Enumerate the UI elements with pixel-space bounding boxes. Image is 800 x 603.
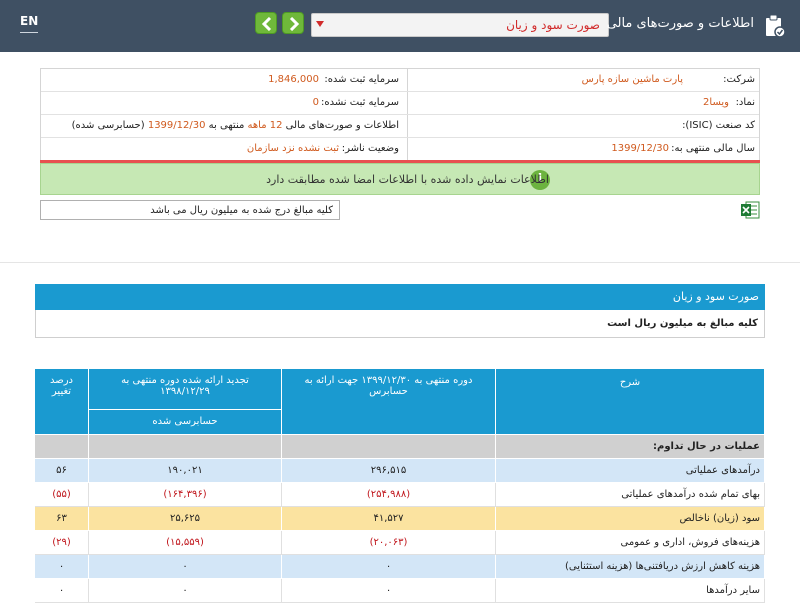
divider <box>0 262 800 263</box>
verification-message-text: اطلاعات نمایش داده شده با اطلاعات امضا ش… <box>266 173 549 186</box>
company-label: شرکت: <box>723 74 755 85</box>
next-button[interactable] <box>282 12 304 34</box>
column-header-description: شرح <box>496 369 765 435</box>
report-note-box: کلیه مبالغ به میلیون ریال است <box>35 310 765 338</box>
table-row: سود (زیان) ناخالص ۴۱,۵۲۷ ۲۵,۶۲۵ ۶۳ <box>35 507 765 531</box>
column-header-audited: حسابرسی شده <box>89 410 282 435</box>
publisher-status-label: وضعیت ناشر: <box>341 143 399 154</box>
statements-mid: منتهی به <box>208 120 245 131</box>
amounts-note-box: کلیه مبالغ درج شده به میلیون ریال می باش… <box>40 200 340 220</box>
statements-info: اطلاعات و صورت‌های مالی 12 ماهه منتهی به… <box>72 120 399 131</box>
table-cell <box>89 435 282 459</box>
company-info-panel: شرکت: پارت ماشین سازه پارس سرمایه ثبت شد… <box>40 68 760 161</box>
symbol-value: ویسا2 <box>703 97 729 108</box>
column-header-restated: تجدید ارائه شده دوره منتهی به ۱۳۹۸/۱۲/۲۹ <box>89 369 282 410</box>
statements-prefix: اطلاعات و صورت‌های مالی <box>285 120 399 131</box>
current-value: (۲۵۴,۹۸۸) <box>282 483 496 507</box>
report-select-value: صورت سود و زیان <box>506 18 600 32</box>
change-percent: ۰ <box>35 555 89 579</box>
info-row: سال مالی منتهی به: 1399/12/30 وضعیت ناشر… <box>41 138 759 161</box>
row-description: سود (زیان) ناخالص <box>496 507 765 531</box>
table-row: درآمدهای عملیاتی ۲۹۶,۵۱۵ ۱۹۰,۰۲۱ ۵۶ <box>35 459 765 483</box>
table-row: سایر درآمدها ۰ ۰ ۰ <box>35 579 765 603</box>
verification-message: i اطلاعات نمایش داده شده با اطلاعات امضا… <box>40 163 760 195</box>
current-value: (۲۰,۰۶۳) <box>282 531 496 555</box>
change-percent: (۲۹) <box>35 531 89 555</box>
current-value: ۰ <box>282 555 496 579</box>
prev-button[interactable] <box>255 12 277 34</box>
current-value: ۲۹۶,۵۱۵ <box>282 459 496 483</box>
report-title: صورت سود و زیان <box>672 290 759 303</box>
row-description: بهای تمام شده درآمدهای عملیاتی <box>496 483 765 507</box>
column-header-change: درصد تغییر <box>35 369 89 435</box>
statements-period: 12 ماهه <box>247 120 283 131</box>
dropdown-arrow-icon <box>316 21 324 27</box>
fiscal-year-label: سال مالی منتهی به: <box>671 143 755 154</box>
amounts-note-text: کلیه مبالغ درج شده به میلیون ریال می باش… <box>150 205 333 216</box>
change-percent: ۶۳ <box>35 507 89 531</box>
current-value: ۰ <box>282 579 496 603</box>
previous-value: ۱۹۰,۰۲۱ <box>89 459 282 483</box>
column-header-current: دوره منتهی به ۱۳۹۹/۱۲/۳۰ جهت ارائه به حس… <box>282 369 496 435</box>
info-row: کد صنعت (ISIC): اطلاعات و صورت‌های مالی … <box>41 115 759 138</box>
previous-value: (۱۶۴,۳۹۶) <box>89 483 282 507</box>
unregistered-capital-label: سرمایه ثبت نشده: <box>321 97 399 108</box>
statements-date: 1399/12/30 <box>147 120 206 131</box>
registered-capital-label: سرمایه ثبت شده: <box>324 74 399 85</box>
row-description: درآمدهای عملیاتی <box>496 459 765 483</box>
change-percent: (۵۵) <box>35 483 89 507</box>
row-description: هزینه‌های فروش، اداری و عمومی <box>496 531 765 555</box>
table-row: هزینه‌های فروش، اداری و عمومی (۲۰,۰۶۳) (… <box>35 531 765 555</box>
table-row: بهای تمام شده درآمدهای عملیاتی (۲۵۴,۹۸۸)… <box>35 483 765 507</box>
symbol-label: نماد: <box>735 97 755 108</box>
table-cell <box>282 435 496 459</box>
publisher-status-value: ثبت نشده نزد سازمان <box>246 143 339 154</box>
chevron-right-icon <box>289 17 300 31</box>
change-percent: ۵۶ <box>35 459 89 483</box>
language-toggle[interactable]: EN <box>20 14 39 33</box>
section-row: عملیات در حال تداوم: <box>35 435 765 459</box>
previous-value: ۰ <box>89 579 282 603</box>
row-description: هزینه کاهش ارزش دریافتنی‌ها (هزینه استثن… <box>496 555 765 579</box>
info-row: شرکت: پارت ماشین سازه پارس سرمایه ثبت شد… <box>41 69 759 92</box>
report-note: کلیه مبالغ به میلیون ریال است <box>607 318 758 329</box>
unregistered-capital-value: 0 <box>312 97 319 108</box>
report-header: صورت سود و زیان <box>35 284 765 310</box>
page-title: اطلاعات و صورت‌های مالی <box>606 16 754 31</box>
current-value: ۴۱,۵۲۷ <box>282 507 496 531</box>
row-description: سایر درآمدها <box>496 579 765 603</box>
clipboard-check-icon <box>766 14 786 38</box>
previous-value: ۰ <box>89 555 282 579</box>
chevron-left-icon <box>261 17 272 31</box>
isic-label: کد صنعت (ISIC): <box>682 120 755 131</box>
registered-capital-value: 1,846,000 <box>268 74 319 85</box>
previous-value: (۱۵,۵۵۹) <box>89 531 282 555</box>
company-value: پارت ماشین سازه پارس <box>581 74 683 85</box>
table-cell <box>35 435 89 459</box>
section-label: عملیات در حال تداوم: <box>496 435 765 459</box>
excel-export-icon[interactable] <box>740 200 760 220</box>
info-row: نماد: ویسا2 سرمایه ثبت نشده: 0 <box>41 92 759 115</box>
table-row: هزینه کاهش ارزش دریافتنی‌ها (هزینه استثن… <box>35 555 765 579</box>
change-percent: ۰ <box>35 579 89 603</box>
previous-value: ۲۵,۶۲۵ <box>89 507 282 531</box>
report-select[interactable]: صورت سود و زیان <box>311 13 609 37</box>
fiscal-year-value: 1399/12/30 <box>611 143 669 154</box>
statements-suffix: (حسابرسی شده) <box>71 120 145 131</box>
top-bar: EN صورت سود و زیان اطلاعات و صورت‌های ما… <box>0 0 800 52</box>
